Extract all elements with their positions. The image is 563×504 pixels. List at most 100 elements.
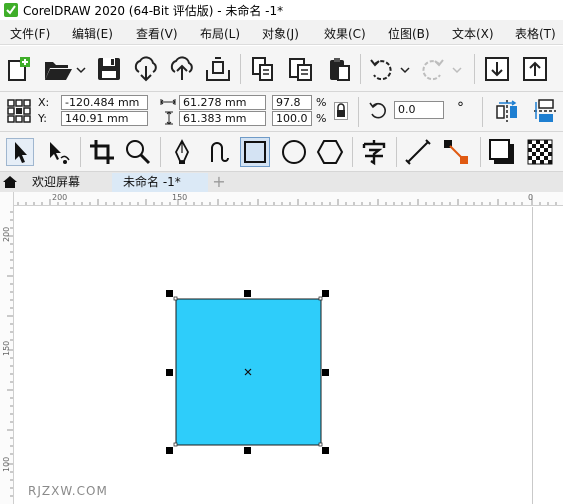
watermark-text: RJZXW.COM (28, 484, 108, 498)
handle-top-middle[interactable] (244, 290, 251, 297)
menu-object[interactable]: 对象(J) (262, 25, 299, 42)
home-icon[interactable] (2, 175, 18, 189)
polygon-tool-icon[interactable] (316, 138, 344, 166)
export-from-page-icon[interactable] (522, 56, 548, 82)
drawing-surface (166, 290, 329, 454)
handle-top-right[interactable] (322, 290, 329, 297)
standard-toolbar (0, 46, 563, 92)
dimension-tool-icon[interactable] (404, 138, 432, 166)
pick-tool-icon[interactable] (6, 138, 34, 166)
x-position-input[interactable]: -120.484 mm (61, 95, 148, 110)
corner-node[interactable] (173, 296, 178, 301)
artistic-media-icon[interactable] (204, 138, 232, 166)
transparency-tool-icon[interactable] (526, 138, 554, 166)
separator (482, 97, 483, 127)
mirror-horizontal-icon[interactable] (494, 98, 520, 124)
drop-shadow-tool-icon[interactable] (488, 138, 516, 166)
text-tool-icon[interactable] (360, 138, 388, 166)
separator (474, 54, 475, 84)
ruler-ticks (17, 195, 557, 205)
menu-bitmaps[interactable]: 位图(B) (388, 25, 430, 42)
import-icon[interactable] (132, 56, 160, 82)
property-bar: X: Y: -120.484 mm 140.91 mm 61.278 mm 61… (0, 92, 563, 132)
paste-icon[interactable] (288, 56, 314, 82)
corner-node[interactable] (173, 442, 178, 447)
toolbox (0, 132, 563, 172)
corner-node[interactable] (318, 296, 323, 301)
chevron-down-icon[interactable] (76, 66, 86, 74)
degree-label: ° (457, 100, 464, 116)
scale-x-input[interactable]: 97.8 (272, 95, 312, 110)
export-icon[interactable] (168, 56, 196, 82)
reference-point-icon[interactable] (6, 98, 32, 124)
y-position-input[interactable]: 140.91 mm (61, 111, 148, 126)
separator (80, 137, 81, 167)
menu-edit[interactable]: 编辑(E) (72, 25, 113, 42)
clipboard-icon[interactable] (326, 56, 352, 82)
menu-effects[interactable]: 效果(C) (324, 25, 366, 42)
publish-pdf-icon[interactable] (204, 56, 232, 82)
new-document-icon[interactable] (6, 56, 32, 82)
document-tab-bar: 欢迎屏幕 未命名 -1* + (0, 172, 563, 192)
undo-icon[interactable] (368, 56, 396, 82)
separator (396, 137, 397, 167)
connector-tool-icon[interactable] (442, 138, 470, 166)
scale-y-input[interactable]: 100.0 (272, 111, 312, 126)
title-bar: CorelDRAW 2020 (64-Bit 评估版) - 未命名 -1* (0, 0, 563, 20)
menu-text[interactable]: 文本(X) (452, 25, 494, 42)
shape-tool-icon[interactable] (44, 138, 72, 166)
ruler-label: 150 (2, 340, 11, 356)
tab-welcome-screen[interactable]: 欢迎屏幕 (20, 172, 112, 192)
ruler-label: 100 (2, 456, 11, 472)
add-tab-button[interactable]: + (208, 172, 230, 192)
width-input[interactable]: 61.278 mm (179, 95, 266, 110)
tab-document[interactable]: 未命名 -1* (112, 173, 208, 192)
handle-bottom-right[interactable] (322, 447, 329, 454)
vertical-ruler[interactable]: 200 150 100 (0, 192, 14, 504)
separator (160, 137, 161, 167)
save-icon[interactable] (96, 56, 122, 82)
rotate-icon (369, 102, 386, 119)
crop-tool-icon[interactable] (88, 138, 116, 166)
handle-bottom-left[interactable] (166, 447, 173, 454)
menu-bar: 文件(F) 编辑(E) 查看(V) 布局(L) 对象(J) 效果(C) 位图(B… (0, 20, 563, 45)
chevron-down-icon[interactable] (452, 66, 462, 74)
open-folder-icon[interactable] (44, 58, 74, 82)
lock-icon[interactable] (334, 102, 348, 120)
app-logo-icon (4, 3, 18, 17)
menu-view[interactable]: 查看(V) (136, 25, 178, 42)
rotation-input[interactable]: 0.0 (394, 101, 444, 119)
handle-middle-right[interactable] (322, 369, 329, 376)
percent-label: % (316, 96, 327, 109)
mirror-vertical-icon[interactable] (532, 98, 558, 124)
height-icon (165, 111, 173, 125)
separator (480, 137, 481, 167)
rectangle-tool-icon[interactable] (240, 137, 270, 167)
menu-layout[interactable]: 布局(L) (200, 25, 240, 42)
horizontal-ruler[interactable]: 200 150 0 (14, 192, 563, 206)
handle-bottom-middle[interactable] (244, 447, 251, 454)
ruler-label: 0 (528, 193, 534, 202)
width-icon (160, 99, 176, 105)
redo-icon[interactable] (418, 56, 446, 82)
x-label: X: (38, 96, 50, 109)
zoom-tool-icon[interactable] (124, 138, 152, 166)
corner-node[interactable] (318, 442, 323, 447)
percent-label: % (316, 112, 327, 125)
separator (352, 137, 353, 167)
y-label: Y: (38, 112, 47, 125)
pen-tool-icon[interactable] (168, 138, 196, 166)
ellipse-tool-icon[interactable] (280, 138, 308, 166)
import-to-page-icon[interactable] (484, 56, 510, 82)
copy-icon[interactable] (250, 56, 276, 82)
height-input[interactable]: 61.383 mm (179, 111, 266, 126)
window-title: CorelDRAW 2020 (64-Bit 评估版) - 未命名 -1* (23, 3, 284, 18)
ruler-label: 150 (172, 193, 188, 202)
drawing-canvas[interactable] (15, 207, 563, 504)
handle-middle-left[interactable] (166, 369, 173, 376)
handle-top-left[interactable] (166, 290, 173, 297)
menu-table[interactable]: 表格(T) (515, 25, 556, 42)
chevron-down-icon[interactable] (400, 66, 410, 74)
menu-file[interactable]: 文件(F) (10, 25, 50, 42)
ruler-label: 200 (2, 226, 11, 242)
